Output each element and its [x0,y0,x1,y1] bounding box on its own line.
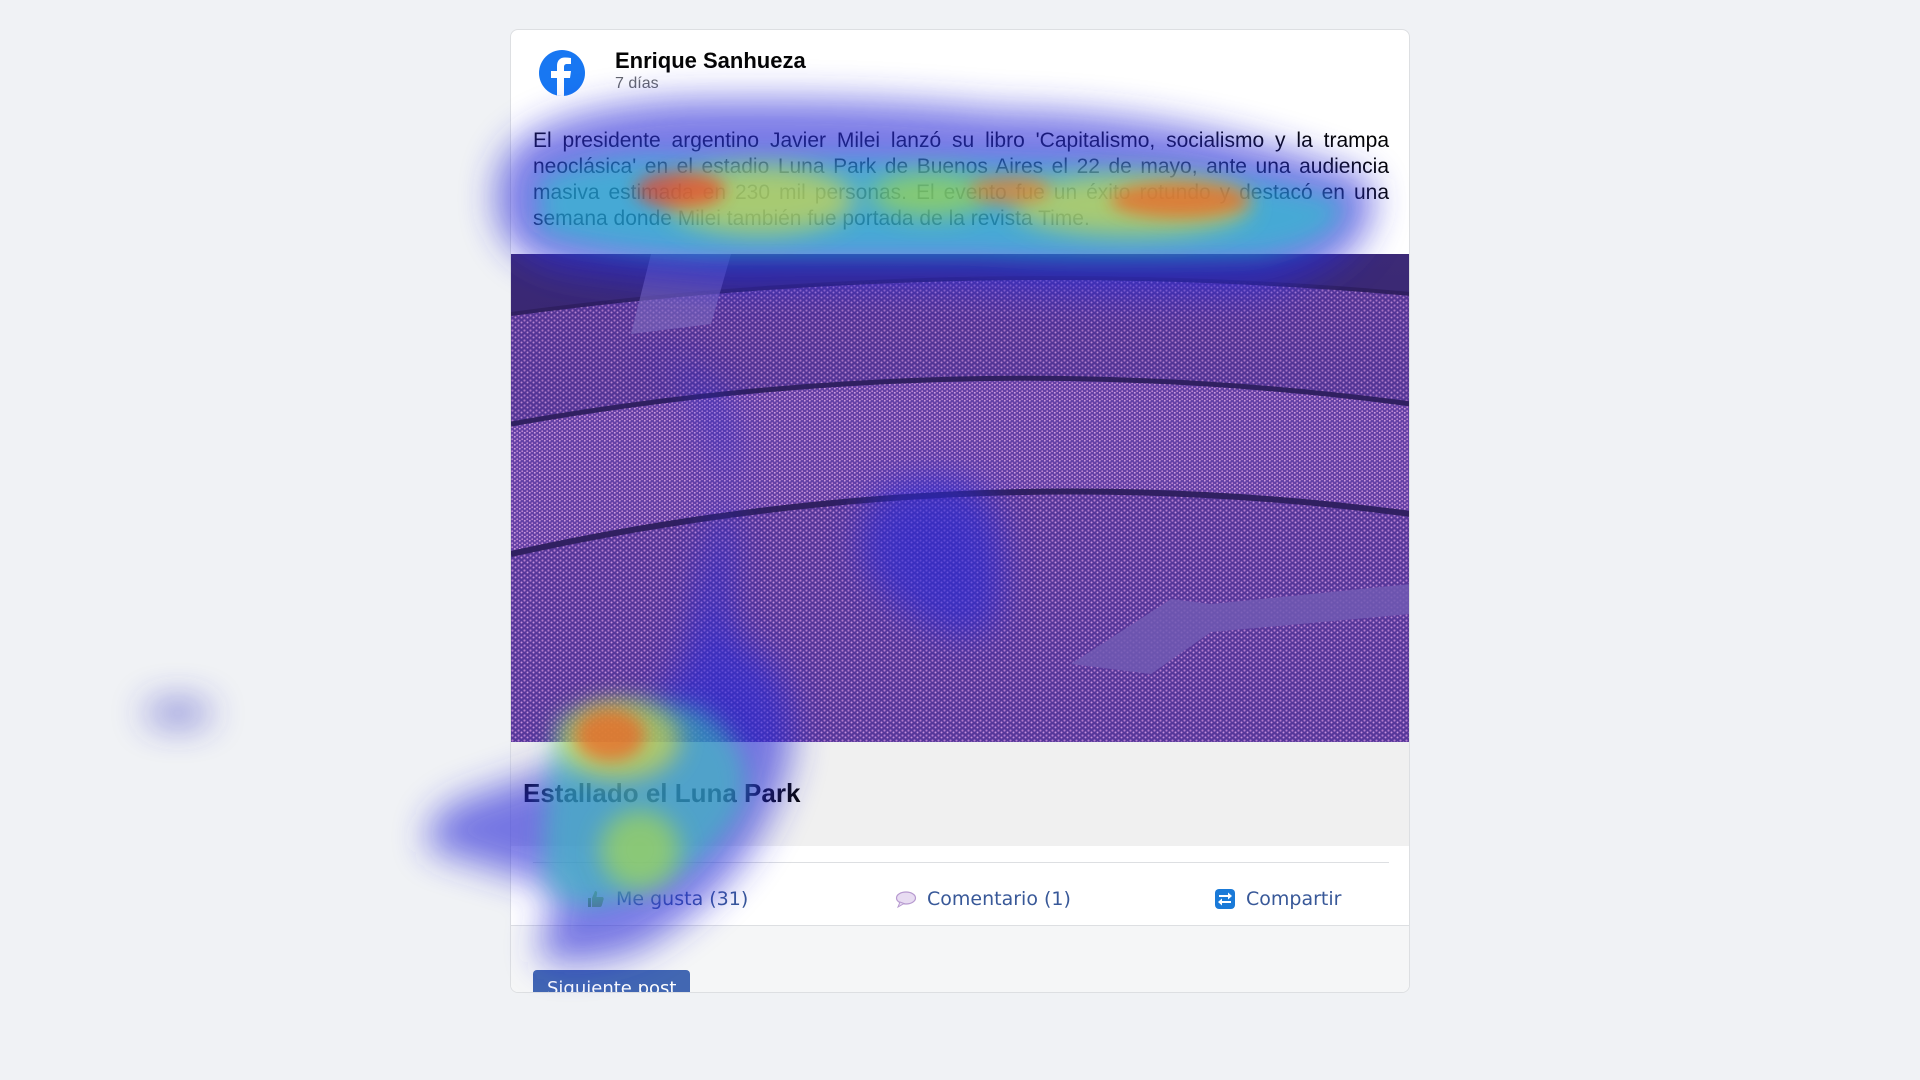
like-button[interactable]: Me gusta (31) [586,888,748,910]
share-label: Compartir [1246,888,1342,910]
speech-bubble-icon [895,890,917,908]
comment-button[interactable]: Comentario (1) [895,888,1071,910]
facebook-logo-icon [539,50,585,96]
author-name[interactable]: Enrique Sanhueza [615,48,806,74]
comment-label: Comentario (1) [927,888,1071,910]
link-preview[interactable]: Estallado el Luna Park [511,742,1409,846]
post-text: El presidente argentino Javier Milei lan… [533,129,1389,230]
post-card: Enrique Sanhueza 7 días El presidente ar… [510,29,1410,993]
share-icon [1214,888,1236,910]
link-preview-title[interactable]: Estallado el Luna Park [523,778,800,809]
post-actions-bar: Me gusta (31) Comentario (1) Compartir [511,876,1409,926]
next-post-button[interactable]: Siguiente post [533,970,691,992]
share-button[interactable]: Compartir [1214,888,1341,910]
thumbs-up-icon [586,889,606,909]
post-timestamp: 7 días [615,75,659,92]
page-stage: Enrique Sanhueza 7 días El presidente ar… [0,0,1920,1080]
like-label: Me gusta (31) [616,888,749,910]
post-image-stadium-crowd[interactable] [511,254,1409,742]
post-footer: Siguiente post [511,925,1409,992]
actions-divider [533,862,1389,863]
author-block: Enrique Sanhueza 7 días [615,48,806,94]
post-header: Enrique Sanhueza 7 días [539,48,806,96]
